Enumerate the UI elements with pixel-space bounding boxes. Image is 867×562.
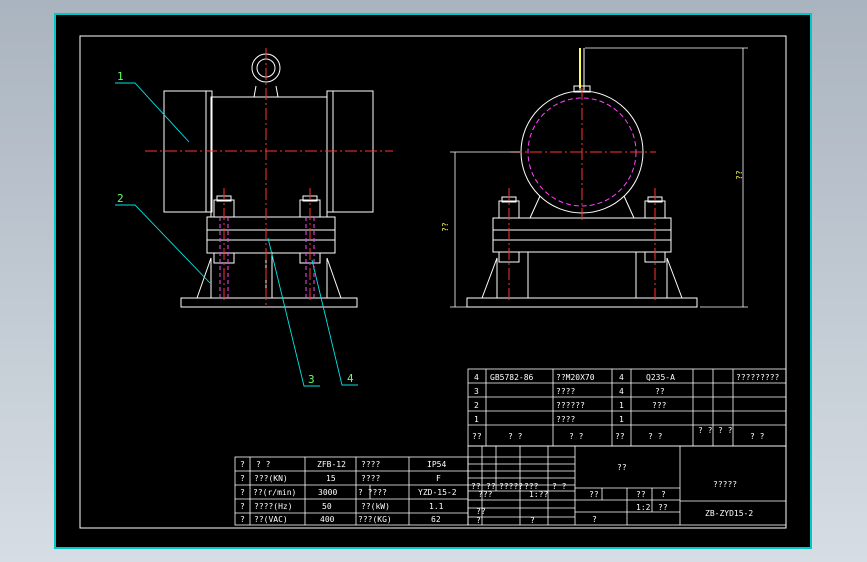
parts-cell: ?????? <box>556 401 585 410</box>
title-small-text: ? <box>592 515 597 524</box>
parts-cell: 4 <box>474 373 479 382</box>
parts-header: ? ? <box>648 432 663 441</box>
drawing-number: ZB-ZYD15-2 <box>705 509 753 518</box>
title-small-text: ????? <box>499 482 523 491</box>
spec-value: 50 <box>322 502 332 511</box>
spec-value: IP54 <box>427 460 446 469</box>
company-name: ????? <box>713 480 737 489</box>
parts-header: ? ? <box>698 426 713 435</box>
spec-side-label: ? <box>240 474 245 483</box>
parts-cell: 2 <box>474 401 479 410</box>
parts-header: ? ? <box>718 426 733 435</box>
callout-3: 3 <box>308 373 315 386</box>
title-small-text: ??? <box>478 490 493 499</box>
spec-value: 400 <box>320 515 335 524</box>
parts-header: ? ? <box>508 432 523 441</box>
parts-cell: ?? <box>655 387 665 396</box>
parts-cell: ???? <box>556 415 575 424</box>
spec-key: ??(kW) <box>361 502 390 511</box>
spec-side-label: ? <box>240 460 245 469</box>
spec-value: 15 <box>326 474 336 483</box>
parts-cell: ??? <box>652 401 667 410</box>
callout-2: 2 <box>117 192 124 205</box>
spec-key: ???(KN) <box>254 474 288 483</box>
title-small-text: ?? <box>476 507 486 516</box>
title-small-text: 1:?? <box>529 490 548 499</box>
parts-header: ? ? <box>569 432 584 441</box>
callout-1: 1 <box>117 70 124 83</box>
title-small-text: ? <box>476 516 481 525</box>
callout-4: 4 <box>347 372 354 385</box>
parts-cell: Q235-A <box>646 373 675 382</box>
title-small-text: 1:2 <box>636 503 651 512</box>
parts-cell: 4 <box>619 373 624 382</box>
parts-cell: ??M20X70 <box>556 373 595 382</box>
spec-value: 1.1 <box>429 502 444 511</box>
drawing-canvas: ?? ?? 1 2 3 4 4 GB5782-86 ??M20X70 4 Q23… <box>54 13 812 549</box>
spec-key: ??(VAC) <box>254 515 288 524</box>
parts-header: ?? <box>472 432 482 441</box>
spec-key: ???? <box>361 460 380 469</box>
parts-cell: ???? <box>556 387 575 396</box>
parts-cell: 1 <box>619 415 624 424</box>
parts-header: ? ? <box>750 432 765 441</box>
spec-value: 62 <box>431 515 441 524</box>
spec-side-label: ? <box>240 502 245 511</box>
title-small-text: ?? <box>589 490 599 499</box>
spec-value: 3000 <box>318 488 337 497</box>
parts-cell: 4 <box>619 387 624 396</box>
parts-cell: 1 <box>619 401 624 410</box>
parts-cell: 3 <box>474 387 479 396</box>
title-small-text: ?? <box>636 490 646 499</box>
spec-side-label: ? <box>240 515 245 524</box>
spec-key: ???? <box>361 474 380 483</box>
spec-key: ???(KG) <box>358 515 392 524</box>
spec-key: ??(r/min) <box>253 488 296 497</box>
parts-cell: ????????? <box>736 373 780 382</box>
title-small-text: ?? <box>658 503 668 512</box>
spec-side-label: ? <box>240 488 245 497</box>
spec-value: ZFB-12 <box>317 460 346 469</box>
title-small-text: ? <box>530 516 535 525</box>
dim-side-height: ?? <box>735 170 744 180</box>
dim-front-height: ?? <box>441 222 450 232</box>
title-small-text: ? ? <box>552 482 567 491</box>
drawing-name: ?? <box>617 463 627 472</box>
title-small-text: ? <box>661 490 666 499</box>
spec-value: YZD-15-2 <box>418 488 457 497</box>
spec-value: F <box>436 474 441 483</box>
parts-header: ?? <box>615 432 625 441</box>
parts-cell: 1 <box>474 415 479 424</box>
spec-key: ? ???? <box>358 488 387 497</box>
spec-key: ? ? <box>256 460 271 469</box>
parts-cell: GB5782-86 <box>490 373 534 382</box>
spec-key: ????(Hz) <box>254 502 293 511</box>
